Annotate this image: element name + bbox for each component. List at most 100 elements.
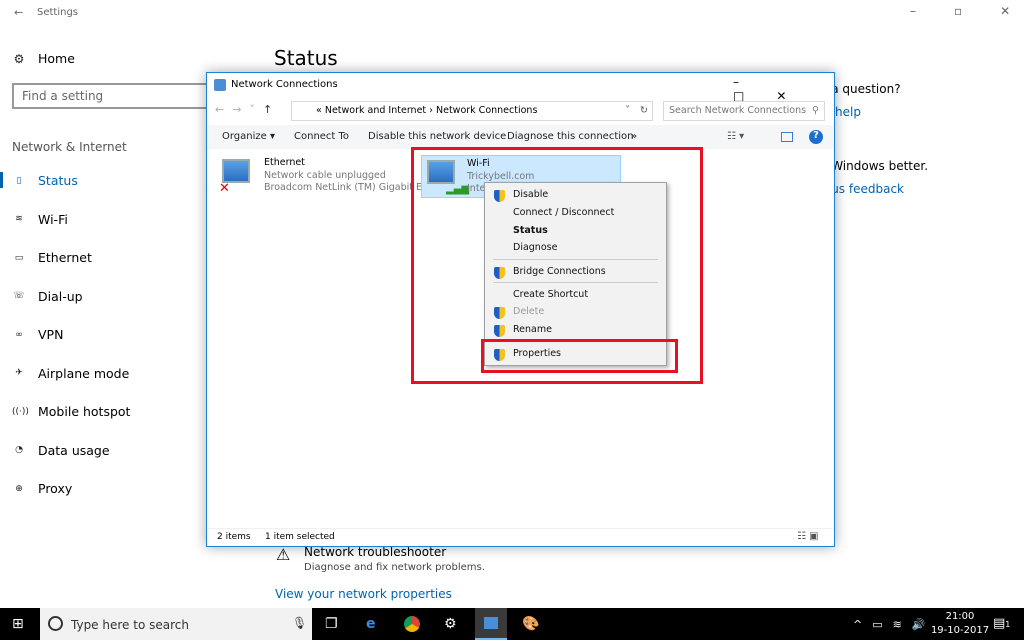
clock-time[interactable]: 21:00 <box>938 611 982 622</box>
help-icon[interactable]: ? <box>809 130 823 144</box>
view-network-properties-link[interactable]: View your network properties <box>275 587 452 601</box>
sidebar-home[interactable]: ⚙ Home <box>12 51 75 66</box>
organize-button[interactable]: Organize ▾ <box>222 131 275 142</box>
wifi-icon: ≋ <box>15 214 23 224</box>
menu-item-create-shortcut[interactable]: Create Shortcut <box>513 289 588 300</box>
sidebar-item-mobile-hotspot[interactable]: ((·)) Mobile hotspot <box>12 404 130 419</box>
microphone-icon[interactable]: 🎙 <box>292 616 307 630</box>
start-windows-icon[interactable]: ⊞ <box>12 616 24 632</box>
sidebar-item-label: Wi-Fi <box>38 211 68 227</box>
back-icon[interactable]: ← <box>14 6 23 19</box>
refresh-icon[interactable]: ↻ <box>640 105 648 116</box>
view-toggle-icons[interactable]: ☷ ▣ <box>797 531 819 542</box>
airplane-icon: ✈ <box>15 368 23 378</box>
network-connections-taskbar-icon[interactable] <box>475 608 507 640</box>
troubleshooter-desc: Diagnose and fix network problems. <box>304 562 485 573</box>
hotspot-icon: ((·)) <box>12 406 29 417</box>
dialup-icon: ☏ <box>13 291 25 301</box>
sidebar-item-vpn[interactable]: ∞ VPN <box>12 327 63 342</box>
sidebar-item-status[interactable]: ▯ Status <box>12 173 78 188</box>
search-input[interactable]: Search Network Connections ⚲ <box>663 101 825 121</box>
window-title: Settings <box>37 7 79 18</box>
sidebar-item-label: Proxy <box>38 481 73 496</box>
diagnose-button[interactable]: Diagnose this connection <box>507 131 633 142</box>
chrome-icon[interactable] <box>404 616 420 632</box>
troubleshooter-title[interactable]: Network troubleshooter <box>304 545 446 559</box>
tray-icons[interactable]: ^▭≋🔊 <box>853 618 936 631</box>
gear-icon: ⚙ <box>13 51 25 66</box>
sidebar-item-label: Airplane mode <box>38 365 130 381</box>
sidebar-item-label: Dial-up <box>38 288 83 304</box>
action-center-icon[interactable]: ▤1 <box>993 616 1010 631</box>
disable-device-button[interactable]: Disable this network device <box>368 131 506 142</box>
taskbar-search[interactable]: Type here to search 🎙 <box>40 608 312 640</box>
connect-to-button[interactable]: Connect To <box>294 131 349 142</box>
vpn-icon: ∞ <box>15 329 23 340</box>
sidebar-item-wi-fi[interactable]: ≋ Wi-Fi <box>12 212 68 227</box>
taskbar: ⊞ Type here to search 🎙 ❐ e ⚙ 🎨 ^▭≋🔊 21:… <box>0 608 1024 640</box>
sidebar-item-label: VPN <box>38 327 64 342</box>
menu-item-connect-disconnect[interactable]: Connect / Disconnect <box>513 207 614 218</box>
uac-shield-icon <box>494 267 505 279</box>
status-count: 2 items <box>217 532 251 542</box>
uac-shield-icon <box>494 307 505 319</box>
sidebar-item-label: Ethernet <box>38 250 92 265</box>
item-name: Ethernet <box>264 157 305 168</box>
home-status-icon: ▯ <box>16 175 22 186</box>
sidebar-item-proxy[interactable]: ⊕ Proxy <box>12 481 72 496</box>
active-indicator <box>0 172 3 188</box>
paint-icon[interactable]: 🎨 <box>522 616 539 632</box>
menu-separator <box>493 282 658 283</box>
help-link[interactable]: help <box>835 105 861 119</box>
menu-item-status[interactable]: Status <box>513 225 548 236</box>
proxy-icon: ⊕ <box>15 483 23 494</box>
cortana-icon <box>48 616 63 631</box>
settings-gear-icon[interactable]: ⚙ <box>444 616 457 632</box>
menu-item-disable[interactable]: Disable <box>513 189 548 200</box>
highlight-box-properties <box>481 339 678 373</box>
window-controls[interactable]: –▫✕ <box>910 4 1024 18</box>
menu-item-bridge-connections[interactable]: Bridge Connections <box>513 266 606 277</box>
sidebar-item-label: Mobile hotspot <box>38 404 131 419</box>
status-selected: 1 item selected <box>265 532 335 542</box>
preview-pane-icon[interactable] <box>781 132 793 142</box>
address-bar[interactable]: « Network and Internet › Network Connect… <box>291 101 653 121</box>
better-text: e Windows better. <box>820 159 929 173</box>
more-button[interactable]: » <box>631 131 637 142</box>
sidebar-item-dial-up[interactable]: ☏ Dial-up <box>12 288 83 304</box>
dialog-title: Network Connections <box>231 79 338 90</box>
ethernet-icon: ▭ <box>14 252 24 263</box>
notification-count: 1 <box>1005 620 1011 629</box>
network-folder-icon <box>214 79 226 91</box>
sidebar-item-ethernet[interactable]: ▭ Ethernet <box>12 250 92 265</box>
search-placeholder: Search Network Connections <box>669 105 807 116</box>
item-device: Broadcom NetLink (TM) Gigabit E... <box>264 182 432 193</box>
task-view-icon[interactable]: ❐ <box>325 616 338 632</box>
sidebar-item-data-usage[interactable]: ◔ Data usage <box>12 442 110 458</box>
search-icon: ⚲ <box>812 105 819 116</box>
placeholder: Find a setting <box>22 89 104 103</box>
chevron-down-icon[interactable]: ˅ <box>625 105 630 116</box>
divider <box>207 528 834 529</box>
breadcrumb-1[interactable]: Network and Internet <box>325 105 426 116</box>
section-heading: Network & Internet <box>12 140 127 154</box>
page-title: Status <box>274 46 338 70</box>
uac-shield-icon <box>494 325 505 337</box>
menu-item-delete[interactable]: Delete <box>513 306 544 317</box>
menu-item-diagnose[interactable]: Diagnose <box>513 242 557 253</box>
menu-item-rename[interactable]: Rename <box>513 324 552 335</box>
breadcrumb-2[interactable]: Network Connections <box>436 105 537 116</box>
item-status: Network cable unplugged <box>264 170 386 181</box>
dialog-window-controls[interactable]: –□✕ <box>733 75 834 103</box>
clock-date[interactable]: 19-10-2017 <box>930 625 990 636</box>
menu-separator <box>493 259 658 260</box>
sidebar-item-airplane-mode[interactable]: ✈ Airplane mode <box>12 366 129 381</box>
view-options-icon[interactable]: ☷ ▾ <box>727 131 744 142</box>
sidebar-item-label: Data usage <box>38 442 110 458</box>
search-placeholder: Type here to search <box>71 618 189 632</box>
ethernet-item[interactable]: ✕ Ethernet Network cable unplugged Broad… <box>217 155 431 197</box>
find-setting-input[interactable]: Find a setting <box>12 83 212 109</box>
nav-arrows[interactable]: ←→˅↑ <box>215 103 280 116</box>
sidebar-item-label: Status <box>38 173 78 188</box>
edge-icon[interactable]: e <box>366 616 376 632</box>
